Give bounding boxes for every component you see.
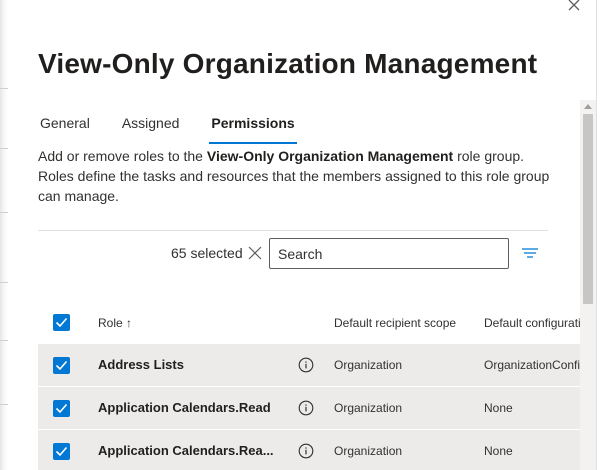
row-checkbox[interactable]	[53, 400, 70, 417]
select-all-checkbox[interactable]	[53, 314, 70, 331]
close-icon	[568, 0, 580, 11]
tab-permissions[interactable]: Permissions	[209, 112, 297, 144]
table-header: Role ↑ Default recipient scope Default c…	[38, 300, 583, 344]
column-header-role[interactable]: Role ↑	[98, 316, 132, 330]
checkmark-icon	[55, 403, 68, 414]
info-icon[interactable]	[298, 357, 314, 373]
role-name[interactable]: Address Lists	[98, 357, 278, 372]
filter-icon	[522, 248, 538, 258]
row-checkbox[interactable]	[53, 357, 70, 374]
selected-count: 65 selected	[171, 245, 243, 261]
scrollbar-thumb[interactable]	[583, 114, 593, 304]
background-overlay	[0, 0, 8, 470]
role-name[interactable]: Application Calendars.Rea...	[98, 443, 278, 458]
info-icon[interactable]	[298, 443, 314, 459]
filter-button[interactable]	[521, 246, 539, 260]
column-header-scope[interactable]: Default recipient scope	[334, 316, 456, 330]
clear-selection-button[interactable]	[248, 246, 262, 260]
search-input[interactable]	[269, 238, 509, 269]
permissions-description: Add or remove roles to the View-Only Org…	[38, 146, 553, 206]
vertical-scrollbar[interactable]	[580, 100, 596, 470]
close-button[interactable]	[563, 0, 585, 14]
recipient-scope: Organization	[334, 358, 403, 372]
recipient-scope: Organization	[334, 444, 403, 458]
configuration-scope: None	[484, 444, 513, 458]
configuration-scope: OrganizationConfi	[484, 358, 581, 372]
table-row[interactable]: Address Lists Organization OrganizationC…	[38, 344, 583, 387]
checkmark-icon	[55, 360, 68, 371]
checkmark-icon	[55, 446, 68, 457]
tab-general[interactable]: General	[38, 112, 92, 144]
table-row[interactable]: Application Calendars.Read Organization …	[38, 387, 583, 430]
table-row[interactable]: Application Calendars.Rea... Organizatio…	[38, 430, 583, 470]
checkmark-icon	[55, 317, 68, 328]
page-title: View-Only Organization Management	[38, 48, 538, 79]
role-name[interactable]: Application Calendars.Read	[98, 400, 278, 415]
panel-edge	[596, 0, 604, 470]
column-header-config[interactable]: Default configurati	[484, 316, 581, 330]
section-divider	[38, 230, 548, 231]
tab-assigned[interactable]: Assigned	[120, 112, 182, 144]
description-prefix: Add or remove roles to the	[38, 148, 207, 164]
clear-selection-icon	[248, 246, 262, 260]
info-icon[interactable]	[298, 400, 314, 416]
scroll-up-arrow[interactable]	[584, 104, 592, 109]
row-checkbox[interactable]	[53, 443, 70, 460]
description-group-name: View-Only Organization Management	[206, 148, 454, 164]
configuration-scope: None	[484, 401, 513, 415]
recipient-scope: Organization	[334, 401, 403, 415]
tab-bar: General Assigned Permissions	[38, 112, 325, 146]
